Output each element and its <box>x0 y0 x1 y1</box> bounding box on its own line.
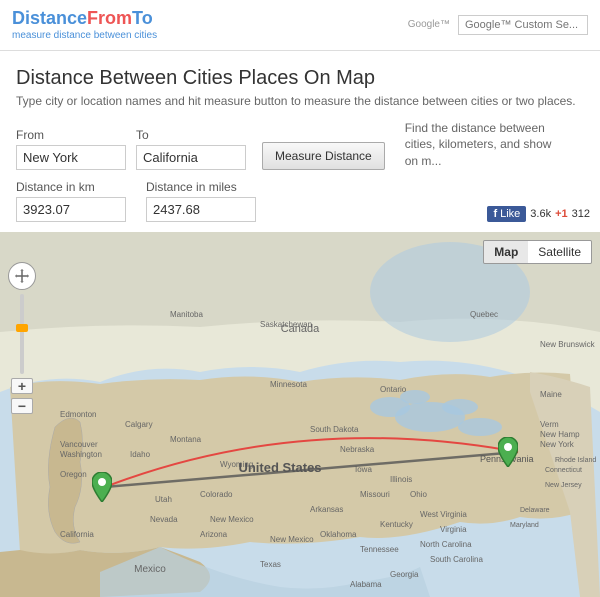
form-left: From To Measure Distance <box>16 128 385 170</box>
km-label: Distance in km <box>16 180 126 194</box>
search-input[interactable] <box>458 15 588 35</box>
svg-text:Ohio: Ohio <box>410 490 427 499</box>
map-satellite-toggle: Map Satellite <box>483 240 592 264</box>
svg-text:New Brunswick: New Brunswick <box>540 340 596 349</box>
measure-distance-button[interactable]: Measure Distance <box>262 142 385 170</box>
km-group: Distance in km 3923.07 <box>16 180 126 222</box>
svg-text:Kentucky: Kentucky <box>380 520 413 529</box>
map-container[interactable]: Map Satellite United St <box>0 232 600 597</box>
svg-text:Georgia: Georgia <box>390 570 419 579</box>
form-area: From To Measure Distance Find the distan… <box>16 120 584 170</box>
svg-text:Wyoming: Wyoming <box>220 460 253 469</box>
svg-text:Oklahoma: Oklahoma <box>320 530 357 539</box>
logo: DistanceFromTo measure distance between … <box>12 8 157 42</box>
svg-text:South Carolina: South Carolina <box>430 555 483 564</box>
svg-text:Verm: Verm <box>540 420 559 429</box>
svg-text:Montana: Montana <box>170 435 202 444</box>
svg-text:Texas: Texas <box>260 560 281 569</box>
miles-label: Distance in miles <box>146 180 256 194</box>
svg-text:New Mexico: New Mexico <box>210 515 254 524</box>
facebook-like[interactable]: f Like <box>487 206 526 222</box>
newyork-marker <box>498 437 518 467</box>
map-svg: United States Canada Mexico Pennsylvania… <box>0 232 600 597</box>
zoom-in-button[interactable]: + <box>11 378 33 394</box>
zoom-out-button[interactable]: − <box>11 398 33 414</box>
main-content: Distance Between Cities Places On Map Ty… <box>0 51 600 232</box>
gplus-count: 312 <box>572 208 590 220</box>
svg-text:California: California <box>60 530 94 539</box>
gplus-button[interactable]: +1 <box>555 208 568 220</box>
km-value: 3923.07 <box>16 197 126 222</box>
page-title: Distance Between Cities Places On Map <box>16 67 584 90</box>
svg-text:Quebec: Quebec <box>470 310 498 319</box>
svg-text:Edmonton: Edmonton <box>60 410 96 419</box>
from-input[interactable] <box>16 145 126 170</box>
svg-text:Colorado: Colorado <box>200 490 233 499</box>
map-button[interactable]: Map <box>484 241 528 263</box>
svg-text:Manitoba: Manitoba <box>170 310 203 319</box>
to-label: To <box>136 128 246 142</box>
zoom-controls: + − <box>8 262 36 414</box>
svg-text:Calgary: Calgary <box>125 420 153 429</box>
like-count: 3.6k <box>530 208 551 220</box>
from-label: From <box>16 128 126 142</box>
svg-text:Mexico: Mexico <box>134 564 166 575</box>
svg-text:Virginia: Virginia <box>440 525 467 534</box>
svg-text:Delaware: Delaware <box>520 507 550 514</box>
svg-text:Nevada: Nevada <box>150 515 178 524</box>
svg-text:Arizona: Arizona <box>200 530 228 539</box>
header: DistanceFromTo measure distance between … <box>0 0 600 51</box>
zoom-track[interactable] <box>20 294 24 374</box>
logo-from-part: From <box>87 8 132 28</box>
zoom-thumb[interactable] <box>16 324 28 332</box>
pan-control[interactable] <box>8 262 36 290</box>
logo-text: DistanceFromTo <box>12 8 157 30</box>
google-label: Google™ <box>408 19 450 30</box>
svg-text:Maine: Maine <box>540 390 562 399</box>
to-field-group: To <box>136 128 246 170</box>
svg-text:New Hamp: New Hamp <box>540 430 580 439</box>
to-input[interactable] <box>136 145 246 170</box>
svg-text:Arkansas: Arkansas <box>310 505 343 514</box>
svg-text:Vancouver: Vancouver <box>60 440 98 449</box>
svg-text:Idaho: Idaho <box>130 450 151 459</box>
svg-text:New Mexico: New Mexico <box>270 535 314 544</box>
svg-text:Tennessee: Tennessee <box>360 545 399 554</box>
page-subtitle: Type city or location names and hit meas… <box>16 94 584 108</box>
svg-text:New Jersey: New Jersey <box>545 482 582 489</box>
california-marker <box>92 472 112 502</box>
svg-text:West Virginia: West Virginia <box>420 510 467 519</box>
miles-group: Distance in miles 2437.68 <box>146 180 256 222</box>
svg-text:Connecticut: Connecticut <box>545 467 582 474</box>
satellite-button[interactable]: Satellite <box>528 241 591 263</box>
svg-text:Utah: Utah <box>155 495 172 504</box>
svg-text:New York: New York <box>540 440 575 449</box>
logo-to-part: To <box>132 8 153 28</box>
svg-text:South Dakota: South Dakota <box>310 425 359 434</box>
svg-text:Saskatchewan: Saskatchewan <box>260 320 312 329</box>
svg-text:Illinois: Illinois <box>390 475 412 484</box>
from-field-group: From <box>16 128 126 170</box>
svg-text:Nebraska: Nebraska <box>340 445 375 454</box>
svg-text:Maryland: Maryland <box>510 522 539 529</box>
svg-text:Missouri: Missouri <box>360 490 390 499</box>
svg-text:Oregon: Oregon <box>60 470 87 479</box>
right-info: Find the distance between cities, kilome… <box>405 120 565 170</box>
svg-text:North Carolina: North Carolina <box>420 540 472 549</box>
svg-text:Ontario: Ontario <box>380 385 407 394</box>
miles-value: 2437.68 <box>146 197 256 222</box>
svg-text:Washington: Washington <box>60 450 102 459</box>
social-bar: f Like 3.6k +1 312 <box>487 206 590 222</box>
facebook-icon: f <box>493 208 497 220</box>
svg-text:Rhode Island: Rhode Island <box>555 457 596 464</box>
logo-subtitle: measure distance between cities <box>12 30 157 42</box>
like-label: Like <box>500 208 520 220</box>
svg-text:Minnesota: Minnesota <box>270 380 307 389</box>
svg-text:Alabama: Alabama <box>350 580 382 589</box>
logo-distance-part: Distance <box>12 8 87 28</box>
